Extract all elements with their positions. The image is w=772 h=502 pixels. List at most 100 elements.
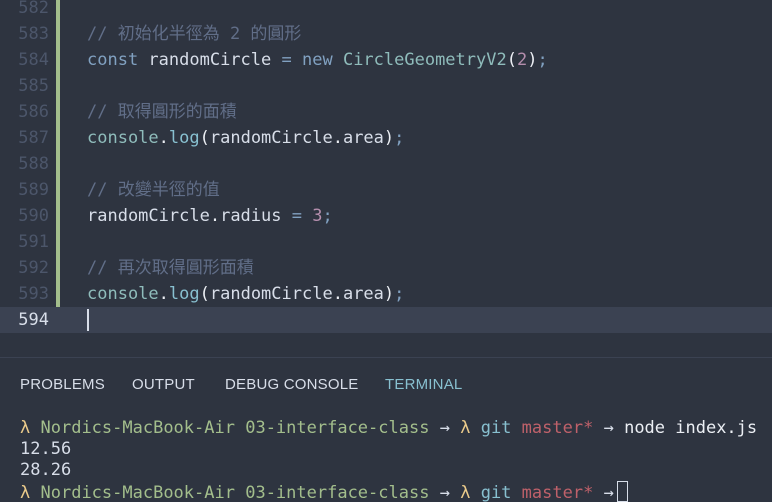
prompt-arrow-2: → <box>603 418 614 438</box>
code-token: ; <box>537 50 548 70</box>
prompt-lambda-2: λ <box>460 418 471 438</box>
line-number: 590 <box>18 206 49 226</box>
code-token: ( <box>199 284 210 304</box>
prompt-branch: master* <box>521 418 594 438</box>
code-token: new <box>301 50 333 70</box>
code-token: // 再次取得圓形面積 <box>87 258 254 278</box>
code-text: // 取得圓形的面積 <box>87 99 237 125</box>
code-token: console <box>87 128 159 148</box>
bottom-panel: PROBLEMS OUTPUT DEBUG CONSOLE TERMINAL λ… <box>0 358 772 502</box>
code-text <box>87 307 89 333</box>
current-line[interactable]: 594 <box>0 307 772 333</box>
prompt-git: git <box>480 418 512 438</box>
line-number: 591 <box>18 232 49 252</box>
line-number: 592 <box>18 258 49 278</box>
code-line[interactable]: 591 <box>0 229 772 255</box>
prompt-arrow: → <box>439 418 450 438</box>
code-token: radius <box>220 206 292 226</box>
code-token: randomCircle <box>209 284 333 304</box>
code-line[interactable]: 583 // 初始化半徑為 2 的圓形 <box>0 21 772 47</box>
line-number: 589 <box>18 180 49 200</box>
code-text: console.log(randomCircle.area); <box>87 281 404 307</box>
code-token: = <box>291 206 302 226</box>
tab-problems[interactable]: PROBLEMS <box>20 376 105 393</box>
tab-terminal[interactable]: TERMINAL <box>385 376 462 393</box>
code-text: console.log(randomCircle.area); <box>87 125 404 151</box>
code-token: = <box>281 50 292 70</box>
prompt-lambda-2: λ <box>460 483 471 502</box>
code-line[interactable]: 589 // 改變半徑的值 <box>0 177 772 203</box>
code-token: ; <box>394 128 405 148</box>
terminal-prompt-line: λ Nordics-MacBook-Air 03-interface-class… <box>20 481 628 502</box>
code-token: . <box>158 128 169 148</box>
code-token: ; <box>322 206 333 226</box>
text-cursor <box>87 309 89 331</box>
terminal-command: node index.js <box>624 418 758 438</box>
line-number: 585 <box>18 76 49 96</box>
terminal-output-line: 28.26 <box>20 460 72 480</box>
code-token: . <box>332 284 343 304</box>
prompt-directory: 03-interface-class <box>245 483 430 502</box>
code-text: // 再次取得圓形面積 <box>87 255 254 281</box>
code-token: area <box>342 284 384 304</box>
code-token: ) <box>383 284 395 304</box>
code-token: randomCircle <box>209 128 333 148</box>
line-number: 594 <box>18 310 49 330</box>
prompt-git: git <box>480 483 512 502</box>
prompt-arrow-2: → <box>603 483 614 502</box>
terminal-cursor <box>616 481 628 502</box>
line-number: 593 <box>18 284 49 304</box>
prompt-branch: master* <box>521 483 594 502</box>
line-number: 586 <box>18 102 49 122</box>
code-line[interactable]: 584 const randomCircle = new CircleGeomet… <box>0 47 772 73</box>
code-text: const randomCircle = new CircleGeometryV… <box>87 47 548 73</box>
code-token: 2 <box>516 50 528 70</box>
prompt-lambda: λ <box>20 483 31 502</box>
code-editor[interactable]: 582 583 // 初始化半徑為 2 的圓形 584 const randomCirc… <box>0 0 772 357</box>
code-text: randomCircle.radius = 3; <box>87 203 333 229</box>
code-token: CircleGeometryV2 <box>342 50 507 70</box>
code-token: ( <box>506 50 517 70</box>
code-token: log <box>168 284 200 304</box>
code-token: area <box>342 128 384 148</box>
code-token: . <box>332 128 343 148</box>
code-token: console <box>87 284 159 304</box>
code-line[interactable]: 590 randomCircle.radius = 3; <box>0 203 772 229</box>
code-token: randomCircle <box>87 206 210 226</box>
line-number: 583 <box>18 24 49 44</box>
code-token: ; <box>394 284 405 304</box>
code-line[interactable]: 587 console.log(randomCircle.area); <box>0 125 772 151</box>
code-token: . <box>158 284 169 304</box>
line-number: 582 <box>18 0 49 18</box>
prompt-host: Nordics-MacBook-Air <box>40 418 235 438</box>
code-line[interactable]: 586 // 取得圓形的面積 <box>0 99 772 125</box>
prompt-host: Nordics-MacBook-Air <box>40 483 235 502</box>
code-line[interactable]: 585 <box>0 73 772 99</box>
code-token: const <box>87 50 139 70</box>
line-number: 588 <box>18 154 49 174</box>
code-token: 3 <box>312 206 323 226</box>
code-token: // 取得圓形的面積 <box>87 102 237 122</box>
tab-debug-console[interactable]: DEBUG CONSOLE <box>225 376 358 393</box>
code-text: // 初始化半徑為 2 的圓形 <box>87 21 301 47</box>
code-token: log <box>168 128 200 148</box>
code-token: ( <box>199 128 210 148</box>
code-line[interactable]: 592 // 再次取得圓形面積 <box>0 255 772 281</box>
code-token: // 初始化半徑為 2 的圓形 <box>87 24 302 44</box>
code-token: // 改變半徑的值 <box>87 180 220 200</box>
code-token: randomCircle <box>138 50 282 70</box>
prompt-directory: 03-interface-class <box>245 418 430 438</box>
line-number: 584 <box>18 50 49 70</box>
terminal-output-line: 12.56 <box>20 439 72 459</box>
line-number: 587 <box>18 128 49 148</box>
code-token: ) <box>383 128 395 148</box>
code-line[interactable]: 582 <box>0 0 772 21</box>
code-text: // 改變半徑的值 <box>87 177 220 203</box>
code-line[interactable]: 588 <box>0 151 772 177</box>
code-line[interactable]: 593 console.log(randomCircle.area); <box>0 281 772 307</box>
prompt-arrow: → <box>439 483 450 502</box>
tab-output[interactable]: OUTPUT <box>132 376 195 393</box>
